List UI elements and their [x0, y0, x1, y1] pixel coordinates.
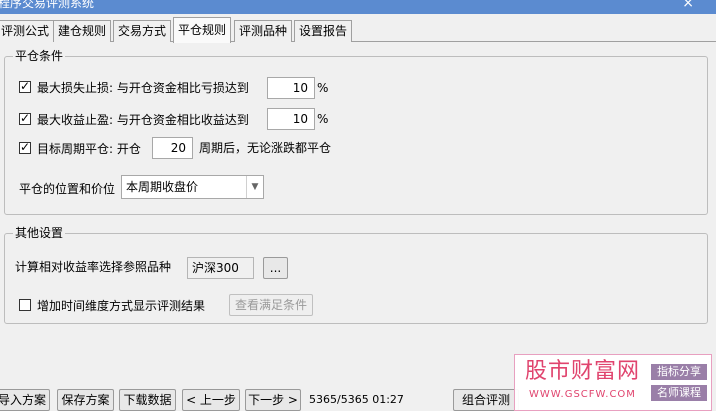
tab-report-settings[interactable]: 设置报告 — [294, 20, 353, 42]
close-price-value: 本周期收盘价 — [126, 180, 199, 194]
target-period-row: 目标周期平仓: 开仓 — [19, 136, 141, 160]
view-conditions-button[interactable]: 查看满足条件 — [229, 294, 313, 316]
status-text: 5365/5365 01:27 — [309, 393, 404, 406]
stop-loss-label: 最大损失止损: 与开仓资金相比亏损达到 — [37, 80, 249, 95]
take-profit-unit: % — [317, 112, 329, 126]
benchmark-browse-button[interactable]: ... — [263, 257, 288, 279]
target-period-suffix: 周期后，无论涨跌都平仓 — [199, 141, 332, 155]
close-icon[interactable]: × — [682, 0, 694, 11]
stop-loss-unit: % — [317, 81, 329, 95]
chevron-down-icon[interactable]: ▼ — [246, 176, 263, 198]
tab-formula[interactable]: 评测公式 — [0, 20, 55, 42]
next-step-button[interactable]: 下一步 > — [245, 389, 301, 411]
time-dimension-row: 增加时间维度方式显示评测结果 — [19, 293, 205, 317]
stop-loss-row: 最大损失止损: 与开仓资金相比亏损达到 — [19, 75, 249, 99]
watermark-url: WWW.GSCFW.COM — [529, 389, 636, 400]
tab-open-rules[interactable]: 建仓规则 — [53, 20, 112, 42]
tab-close-rules[interactable]: 平仓规则 — [173, 17, 232, 43]
save-plan-button[interactable]: 保存方案 — [57, 389, 114, 411]
combo-evaluation-button[interactable]: 组合评测 — [453, 389, 519, 411]
watermark-title: 股市财富网 — [525, 359, 641, 384]
other-settings-legend: 其他设置 — [13, 225, 66, 241]
take-profit-label: 最大收益止盈: 与开仓资金相比收益达到 — [37, 112, 249, 127]
benchmark-label: 计算相对收益率选择参照品种 — [15, 260, 172, 274]
target-period-checkbox[interactable] — [19, 140, 31, 154]
watermark-tag-indicators: 指标分享 — [651, 364, 707, 380]
close-price-select[interactable]: 本周期收盘价 ▼ — [121, 175, 264, 199]
target-period-label: 目标周期平仓: 开仓 — [37, 141, 141, 156]
stop-loss-checkbox[interactable] — [19, 79, 31, 93]
prev-step-button[interactable]: < 上一步 — [182, 389, 240, 411]
window-title: 程序交易评测系统 — [0, 0, 95, 10]
import-plan-button[interactable]: 导入方案 — [0, 389, 50, 411]
close-conditions-legend: 平仓条件 — [13, 48, 66, 64]
close-conditions-group: 平仓条件 最大损失止损: 与开仓资金相比亏损达到 10 % 最大收益止盈: 与开… — [4, 48, 708, 215]
take-profit-row: 最大收益止盈: 与开仓资金相比收益达到 — [19, 107, 249, 131]
title-bar: 程序交易评测系统 × — [0, 0, 716, 14]
download-data-button[interactable]: 下载数据 — [119, 389, 176, 411]
tab-instruments[interactable]: 评测品种 — [234, 20, 293, 42]
target-period-input[interactable]: 20 — [152, 137, 193, 159]
benchmark-input[interactable]: 沪深300 — [187, 257, 254, 279]
watermark-tag-courses: 名师课程 — [651, 385, 707, 401]
tab-trade-mode[interactable]: 交易方式 — [113, 20, 172, 42]
stop-loss-input[interactable]: 10 — [267, 77, 315, 99]
close-rules-panel: 平仓条件 最大损失止损: 与开仓资金相比亏损达到 10 % 最大收益止盈: 与开… — [0, 42, 716, 382]
tab-strip: 评测公式 建仓规则 交易方式 平仓规则 评测品种 设置报告 — [0, 14, 716, 43]
close-price-label: 平仓的位置和价位 — [19, 182, 116, 196]
take-profit-input[interactable]: 10 — [267, 108, 315, 130]
watermark-logo: 股市财富网 WWW.GSCFW.COM 指标分享 名师课程 — [514, 354, 712, 411]
other-settings-group: 其他设置 计算相对收益率选择参照品种 沪深300 ... 增加时间维度方式显示评… — [4, 225, 708, 324]
take-profit-checkbox[interactable] — [19, 111, 31, 125]
time-dimension-label: 增加时间维度方式显示评测结果 — [37, 298, 206, 313]
time-dimension-checkbox[interactable] — [19, 299, 31, 311]
